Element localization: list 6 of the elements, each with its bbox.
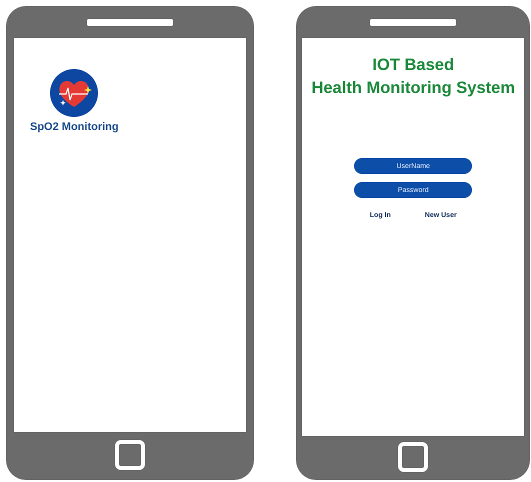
app-label: SpO2 Monitoring bbox=[30, 121, 119, 133]
app-title: IOT Based bbox=[372, 56, 454, 75]
home-button[interactable] bbox=[398, 442, 428, 472]
heart-app-icon[interactable] bbox=[50, 69, 98, 117]
home-button[interactable] bbox=[115, 440, 146, 470]
app-title: Health Monitoring System bbox=[311, 79, 515, 98]
